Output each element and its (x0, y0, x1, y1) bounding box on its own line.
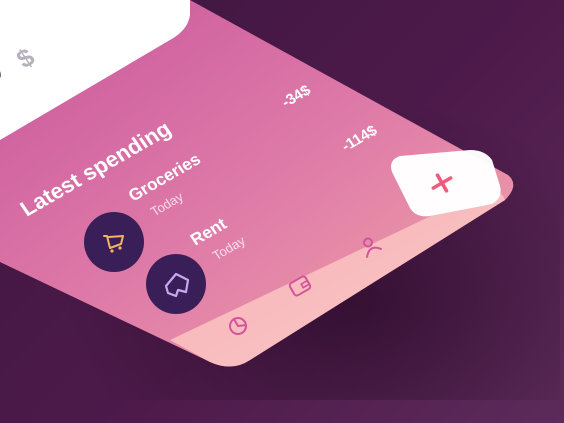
transaction-icon-rent (146, 254, 206, 314)
transaction-icon-groceries (84, 212, 144, 272)
phone-card (0, 0, 514, 367)
app-scene: 9 $ Latest spending Groceries Today -34$… (0, 0, 564, 423)
